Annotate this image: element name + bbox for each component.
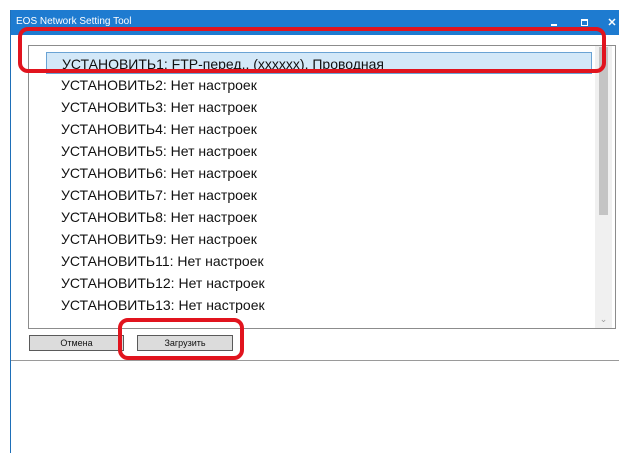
list-item-set9[interactable]: УСТАНОВИТЬ9: Нет настроек: [46, 228, 592, 250]
minimize-button[interactable]: [539, 10, 569, 35]
list-item-set12[interactable]: УСТАНОВИТЬ12: Нет настроек: [46, 272, 592, 294]
vertical-scrollbar[interactable]: ⌄: [595, 46, 612, 328]
maximize-button[interactable]: [569, 10, 599, 35]
cancel-button[interactable]: Отмена: [29, 335, 124, 351]
settings-panel: УСТАНОВИТЬ1: FTP-перед., (xxxxxx), Прово…: [11, 35, 619, 361]
list-item-set5[interactable]: УСТАНОВИТЬ5: Нет настроек: [46, 140, 592, 162]
close-icon: [608, 18, 616, 26]
chevron-down-icon[interactable]: ⌄: [595, 312, 612, 326]
settings-listbox[interactable]: УСТАНОВИТЬ1: FTP-перед., (xxxxxx), Прово…: [28, 45, 616, 329]
list-item-set3[interactable]: УСТАНОВИТЬ3: Нет настроек: [46, 96, 592, 118]
scrollbar-thumb[interactable]: [599, 47, 608, 215]
minimize-icon: [551, 24, 557, 26]
title-bar[interactable]: EOS Network Setting Tool: [11, 10, 619, 35]
close-button[interactable]: [597, 10, 619, 35]
list-item-set2[interactable]: УСТАНОВИТЬ2: Нет настроек: [46, 74, 592, 96]
maximize-icon: [581, 19, 588, 26]
app-window: EOS Network Setting Tool УСТАНОВИТЬ1: FT…: [10, 10, 619, 453]
load-button[interactable]: Загрузить: [137, 335, 233, 351]
list-item-set6[interactable]: УСТАНОВИТЬ6: Нет настроек: [46, 162, 592, 184]
list-item-set11[interactable]: УСТАНОВИТЬ11: Нет настроек: [46, 250, 592, 272]
list-item-set1[interactable]: УСТАНОВИТЬ1: FTP-перед., (xxxxxx), Прово…: [46, 52, 592, 74]
empty-area: [11, 361, 619, 453]
list-item-set13[interactable]: УСТАНОВИТЬ13: Нет настроек: [46, 294, 592, 316]
list-item-set8[interactable]: УСТАНОВИТЬ8: Нет настроек: [46, 206, 592, 228]
list-item-set4[interactable]: УСТАНОВИТЬ4: Нет настроек: [46, 118, 592, 140]
window-title: EOS Network Setting Tool: [16, 16, 132, 27]
list-item-set7[interactable]: УСТАНОВИТЬ7: Нет настроек: [46, 184, 592, 206]
